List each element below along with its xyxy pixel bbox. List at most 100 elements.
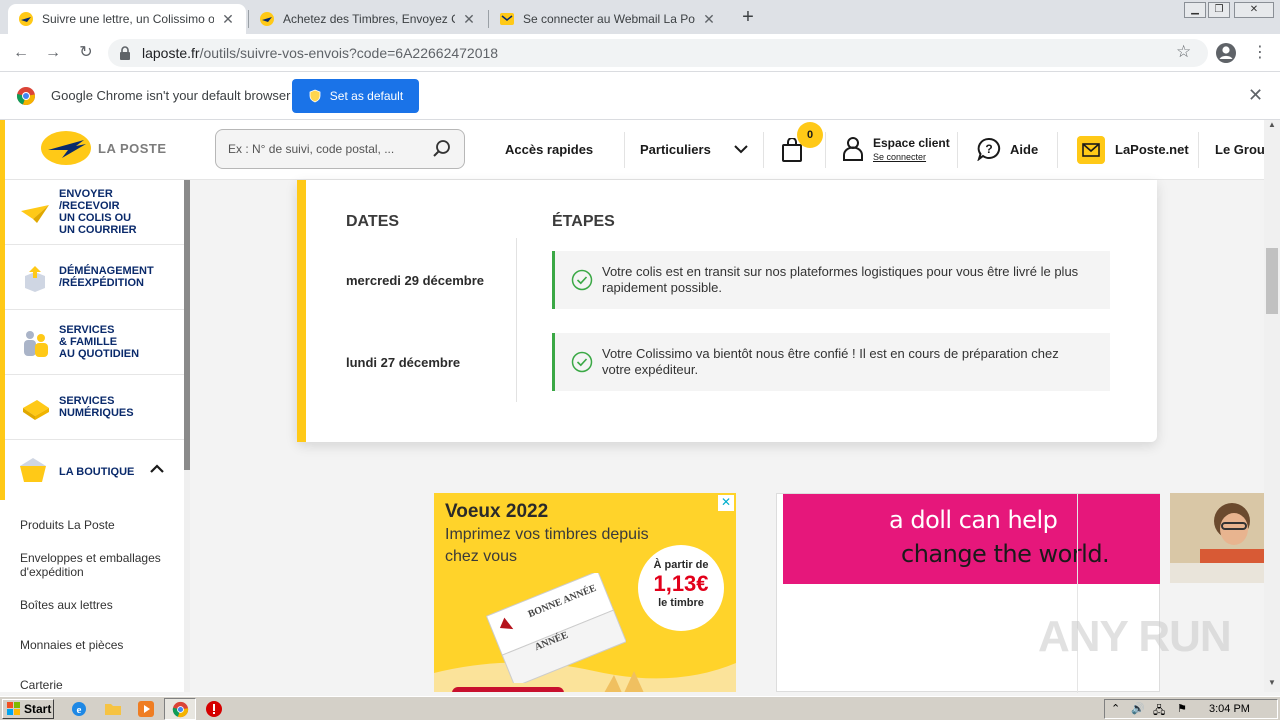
- scroll-up-arrow-icon[interactable]: ▲: [1264, 120, 1280, 134]
- page-scrollbar[interactable]: ▲ ▼: [1264, 120, 1280, 692]
- tab-close-icon[interactable]: ✕: [701, 11, 717, 28]
- sidebar-sublink[interactable]: Carterie: [20, 678, 63, 692]
- search-placeholder: Ex : N° de suivi, code postal, ...: [228, 142, 395, 156]
- close-window-button[interactable]: ✕: [1234, 2, 1274, 18]
- nav-separator: [957, 132, 958, 168]
- sidebar-item-numeriques[interactable]: Services numériques: [5, 375, 184, 440]
- chevron-down-icon[interactable]: [734, 144, 748, 154]
- network-icon[interactable]: 🖧: [1153, 702, 1165, 720]
- chrome-menu-icon[interactable]: ⋮: [1252, 42, 1268, 62]
- sidebar-sublink[interactable]: Produits La Poste: [20, 518, 115, 532]
- ad-doll[interactable]: a doll can help change the world.: [776, 493, 1160, 693]
- chrome-tab-strip: Suivre une lettre, un Colissimo ou un ✕ …: [0, 0, 1280, 34]
- mail-icon[interactable]: [1077, 136, 1105, 164]
- default-browser-infobar: Google Chrome isn't your default browser…: [0, 72, 1280, 120]
- search-icon[interactable]: [432, 139, 452, 159]
- check-circle-icon: [571, 269, 593, 291]
- start-button[interactable]: Start: [2, 699, 54, 719]
- scroll-down-arrow-icon[interactable]: ▼: [1264, 678, 1280, 692]
- tray-expand-icon[interactable]: ⌃: [1111, 702, 1120, 715]
- windows-taskbar: Start e ⌃ 🔊 🖧 ⚑ 3:04 PM: [0, 696, 1280, 720]
- step-text: Votre colis est en transit sur nos plate…: [602, 264, 1079, 295]
- ie-icon[interactable]: e: [70, 700, 88, 718]
- set-as-default-label: Set as default: [329, 89, 404, 103]
- taskbar-chrome-button[interactable]: [164, 698, 196, 720]
- step-text: Votre Colissimo va bientôt nous être con…: [602, 346, 1059, 377]
- shop-basket-icon: [20, 458, 46, 482]
- tab-title: Achetez des Timbres, Envoyez Courrie: [283, 12, 455, 26]
- infobar-message: Google Chrome isn't your default browser: [51, 88, 291, 103]
- tab-suivre[interactable]: Suivre une lettre, un Colissimo ou un ✕: [8, 4, 246, 34]
- tab-close-icon[interactable]: ✕: [220, 11, 236, 28]
- ad-child-photo[interactable]: [1170, 493, 1264, 583]
- nav-acces-rapides[interactable]: Accès rapides: [505, 142, 593, 157]
- tab-webmail[interactable]: Se connecter au Webmail La Poste - ✕: [489, 4, 727, 34]
- logo-text: LA POSTE: [98, 140, 167, 156]
- nav-aide[interactable]: Aide: [1010, 142, 1038, 157]
- child-photo-illustration: [1170, 493, 1264, 583]
- laposte-logo[interactable]: LA POSTE: [40, 130, 167, 166]
- start-label: Start: [24, 702, 52, 716]
- chrome-logo-icon: [16, 87, 35, 105]
- sidebar-sublink[interactable]: Boîtes aux lettres: [20, 598, 113, 612]
- restore-button[interactable]: ❐: [1208, 2, 1230, 18]
- sidebar-item-demenagement[interactable]: Déménagement /réexpédition: [5, 245, 184, 310]
- sidebar-item-envoyer[interactable]: Envoyer /recevoir un colis ou un courrie…: [5, 180, 184, 245]
- system-tray: ⌃ 🔊 🖧 ⚑ 3:04 PM: [1104, 699, 1278, 719]
- tab-timbres[interactable]: Achetez des Timbres, Envoyez Courrie ✕: [249, 4, 487, 34]
- profile-avatar-icon[interactable]: [1215, 42, 1237, 64]
- forward-arrow-icon[interactable]: →: [42, 42, 64, 64]
- sidebar-sublink[interactable]: Enveloppes et emballages d'expédition: [20, 551, 170, 579]
- ad-voeux[interactable]: Voeux 2022 Imprimez vos timbres depuis c…: [434, 493, 736, 692]
- bookmark-star-icon[interactable]: ☆: [1176, 42, 1191, 62]
- stamp-tickets-illustration: [486, 573, 626, 683]
- laposte-favicon-icon: [260, 12, 274, 26]
- tab-close-icon[interactable]: ✕: [461, 11, 477, 28]
- cart-count-badge: 0: [797, 122, 823, 148]
- card-accent-bar: [297, 180, 306, 442]
- minimize-button[interactable]: ▁: [1184, 2, 1206, 18]
- folder-icon[interactable]: [104, 700, 122, 718]
- sidebar-item-famille[interactable]: Services & famille au quotidien: [5, 310, 184, 375]
- back-arrow-icon[interactable]: ←: [10, 42, 32, 64]
- nav-particuliers[interactable]: Particuliers: [640, 142, 711, 157]
- nav-separator: [1198, 132, 1199, 168]
- ad-close-icon[interactable]: ✕: [718, 495, 734, 511]
- help-bubble-icon[interactable]: ?: [977, 137, 1001, 161]
- se-connecter-link[interactable]: Se connecter: [873, 152, 950, 162]
- chevron-up-icon[interactable]: [150, 464, 164, 474]
- taskbar-clock: 3:04 PM: [1209, 703, 1250, 715]
- page-scrollbar-thumb[interactable]: [1266, 248, 1278, 314]
- new-tab-button[interactable]: +: [736, 6, 760, 30]
- sidebar-item-label: Envoyer /recevoir un colis ou un courrie…: [59, 188, 137, 236]
- address-bar[interactable]: laposte.fr/outils/suivre-vos-envois?code…: [108, 39, 1208, 67]
- infobar-close-icon[interactable]: ✕: [1248, 85, 1263, 106]
- sidebar-sublink[interactable]: Monnaies et pièces: [20, 638, 123, 652]
- volume-icon[interactable]: 🔊: [1131, 702, 1145, 715]
- sidebar-item-label: Services & famille au quotidien: [59, 324, 139, 360]
- user-icon[interactable]: [843, 137, 863, 161]
- label-line: un courrier: [59, 224, 137, 236]
- label-line: /réexpédition: [59, 277, 144, 289]
- price-prefix: À partir de: [653, 559, 709, 571]
- label-line: /recevoir: [59, 200, 120, 212]
- tracking-step: Votre Colissimo va bientôt nous être con…: [552, 333, 1110, 391]
- set-as-default-button[interactable]: Set as default: [292, 79, 419, 113]
- nav-laposte-net[interactable]: LaPoste.net: [1115, 142, 1189, 157]
- espace-client-link[interactable]: Espace client Se connecter: [873, 136, 950, 162]
- sidebar-scrollbar-thumb[interactable]: [184, 180, 190, 470]
- label-line: Déménagement: [59, 265, 154, 277]
- label-line: un colis ou: [59, 212, 132, 224]
- moving-box-icon: [25, 266, 45, 292]
- stop-sign-icon[interactable]: [205, 700, 223, 718]
- mail-favicon-icon: [500, 13, 514, 25]
- url-host: laposte.fr: [142, 45, 200, 61]
- flag-icon[interactable]: ⚑: [1177, 702, 1187, 715]
- media-player-icon[interactable]: [137, 700, 155, 718]
- reload-icon[interactable]: ↻: [75, 42, 97, 64]
- browser-toolbar: ← → ↻ laposte.fr/outils/suivre-vos-envoi…: [0, 34, 1280, 72]
- steps-heading: ÉTAPES: [552, 213, 615, 230]
- sidebar-item-label: Déménagement /réexpédition: [59, 265, 154, 289]
- label-line: numériques: [59, 407, 134, 419]
- search-input[interactable]: Ex : N° de suivi, code postal, ...: [215, 129, 465, 169]
